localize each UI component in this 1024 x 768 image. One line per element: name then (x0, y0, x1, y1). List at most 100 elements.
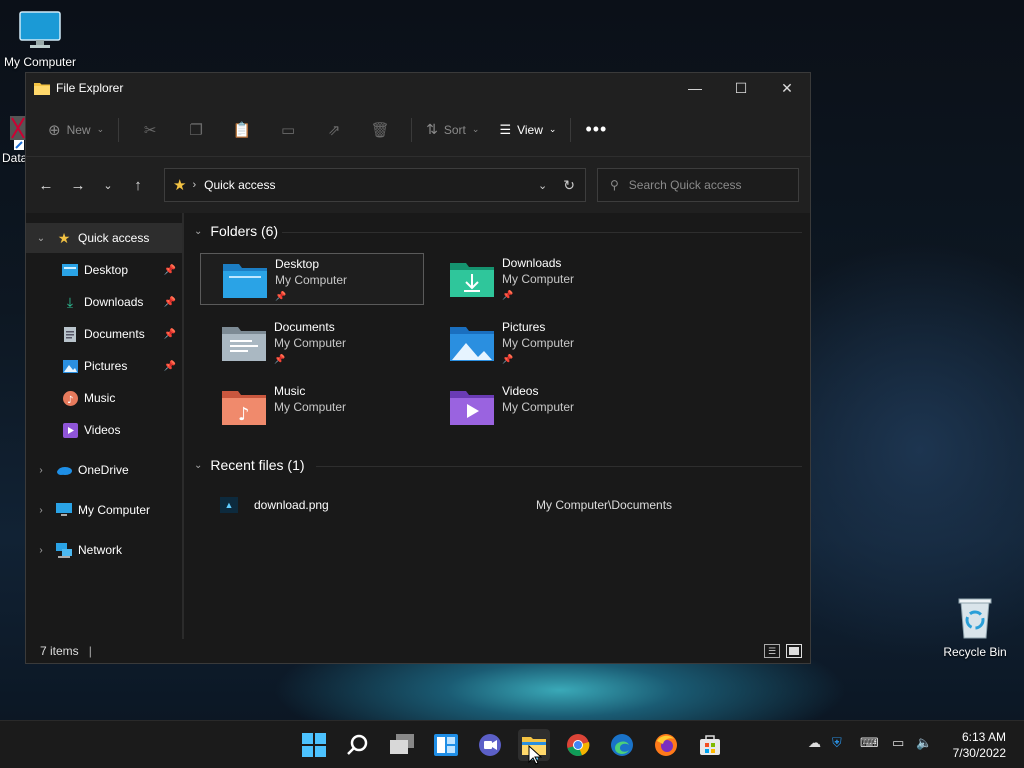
folder-icon (34, 83, 50, 95)
chevron-down-icon: ⌄ (548, 124, 557, 134)
chevron-right-icon[interactable]: › (34, 545, 48, 556)
search-input[interactable] (628, 178, 779, 192)
chevron-down-icon: ⌄ (194, 459, 203, 471)
sort-button[interactable]: ⇅ Sort ⌄ (420, 114, 485, 146)
clock-time: 6:13 AM (961, 730, 1006, 744)
task-view-button[interactable] (386, 729, 418, 761)
security-icon[interactable]: ⛨ (832, 735, 842, 751)
desktop-icon-data[interactable]: Data (2, 112, 26, 165)
sidebar-item-music[interactable]: ♪ Music (26, 383, 182, 413)
clock[interactable]: 6:13 AM 7/30/2022 (953, 729, 1006, 761)
folder-name: Videos (502, 384, 539, 398)
recycle-bin-icon (958, 598, 992, 639)
view-list-icon: ☰ (499, 121, 512, 137)
downloads-folder-icon (450, 263, 494, 297)
firefox-button[interactable] (650, 729, 682, 761)
sidebar-item-downloads[interactable]: ⤓ Downloads 📌 (26, 287, 182, 317)
divider: | (88, 644, 92, 658)
forward-button[interactable]: → (62, 169, 94, 201)
recent-files-section-header[interactable]: ⌄ Recent files (1) (194, 457, 305, 473)
sidebar-item-label: OneDrive (78, 463, 129, 477)
folder-tile-documents[interactable]: Documents My Computer 📌 (200, 317, 424, 369)
pictures-icon (62, 358, 78, 374)
file-explorer-window: File Explorer — ☐ ✕ ⊕ New ⌄ ✂ ❐ 📋 ▭ ⇗ 🗑 … (25, 72, 811, 664)
music-folder-icon: ♪ (222, 391, 266, 425)
volume-icon[interactable]: 🔈 (916, 735, 932, 751)
close-button[interactable]: ✕ (764, 73, 810, 103)
desktop-icon-recycle-bin[interactable]: Recycle Bin (940, 596, 1010, 659)
folder-name: Pictures (502, 320, 546, 334)
view-button[interactable]: ☰ View ⌄ (493, 114, 562, 146)
maximize-button[interactable]: ☐ (718, 73, 764, 103)
widgets-button[interactable] (430, 729, 462, 761)
breadcrumb-chevron-icon: › (192, 179, 197, 191)
more-options-button[interactable]: ••• (579, 114, 613, 146)
section-title: Folders (6) (210, 223, 279, 239)
sidebar-item-network[interactable]: › Network (26, 535, 182, 565)
clipboard-icon: 📋 (232, 121, 252, 139)
minimize-button[interactable]: — (672, 73, 718, 103)
desktop-icon-label: Data (2, 151, 26, 165)
sidebar-item-videos[interactable]: Videos (26, 415, 182, 445)
folder-location: My Computer (502, 336, 575, 350)
recent-locations-button[interactable]: ⌄ (94, 169, 122, 201)
taskbar: ☁ ⛨ ⌨ ▭ 🔈 6:13 AM 7/30/2022 (0, 720, 1024, 768)
onedrive-offline-icon[interactable]: ☁ (808, 735, 821, 751)
chevron-down-icon[interactable]: ⌄ (34, 233, 48, 244)
cut-button[interactable]: ✂ (127, 114, 173, 146)
clock-date: 7/30/2022 (952, 746, 1006, 760)
folder-name: Documents (274, 320, 335, 334)
title-bar[interactable]: File Explorer — ☐ ✕ (26, 73, 810, 103)
network-icon[interactable]: ▭ (892, 735, 904, 751)
delete-button[interactable]: 🗑 (357, 114, 403, 146)
chrome-button[interactable] (562, 729, 594, 761)
chevron-right-icon[interactable]: › (34, 465, 48, 476)
sidebar-item-desktop[interactable]: Desktop 📌 (26, 255, 182, 285)
large-icons-view-icon[interactable] (786, 644, 802, 658)
folder-tile-pictures[interactable]: Pictures My Computer 📌 (428, 317, 652, 369)
details-view-icon[interactable]: ☰ (764, 644, 780, 658)
folder-tile-desktop[interactable]: Desktop My Computer 📌 (200, 253, 424, 305)
svg-text:♪: ♪ (67, 395, 73, 406)
start-button[interactable] (298, 729, 330, 761)
share-button[interactable]: ⇗ (311, 114, 357, 146)
folders-section-header[interactable]: ⌄ Folders (6) (194, 223, 278, 239)
divider (570, 117, 572, 142)
music-icon: ♪ (62, 390, 78, 406)
chat-button[interactable] (474, 729, 506, 761)
keyboard-icon[interactable]: ⌨ (860, 735, 879, 751)
rename-button[interactable]: ▭ (265, 114, 311, 146)
sidebar-item-label: Music (84, 391, 116, 405)
address-bar[interactable]: ★ › Quick access ⌄ ↻ (164, 168, 586, 202)
desktop-icon-my-computer[interactable]: My Computer (2, 10, 78, 69)
refresh-icon[interactable]: ↻ (563, 177, 575, 194)
pin-icon: 📌 (163, 264, 176, 276)
sidebar-item-pictures[interactable]: Pictures 📌 (26, 351, 182, 381)
sidebar-item-documents[interactable]: Documents 📌 (26, 319, 182, 349)
sidebar-item-onedrive[interactable]: › OneDrive (26, 455, 182, 485)
store-button[interactable] (694, 729, 726, 761)
image-file-icon: ▲ (220, 497, 238, 513)
edge-button[interactable] (606, 729, 638, 761)
view-label: View (517, 122, 543, 137)
sidebar-item-quick-access[interactable]: ⌄ ★ Quick access (26, 223, 182, 253)
desktop-folder-icon (62, 262, 78, 278)
new-button[interactable]: ⊕ New ⌄ (42, 114, 110, 146)
sidebar-item-my-computer[interactable]: › My Computer (26, 495, 182, 525)
folder-tile-music[interactable]: ♪ Music My Computer (200, 381, 424, 433)
folder-location: My Computer (274, 400, 347, 414)
list-item[interactable]: ▲ download.png My Computer\Documents (220, 494, 800, 516)
search-button[interactable] (342, 729, 374, 761)
folder-tile-videos[interactable]: Videos My Computer (428, 381, 652, 433)
search-box[interactable]: ⚲ (597, 168, 799, 202)
back-button[interactable]: ← (30, 169, 62, 201)
chevron-down-icon: ⌄ (96, 124, 105, 134)
arrow-left-icon: ← (38, 176, 54, 194)
paste-button[interactable]: 📋 (219, 114, 265, 146)
up-button[interactable]: ↑ (122, 169, 154, 201)
copy-button[interactable]: ❐ (173, 114, 219, 146)
chevron-right-icon[interactable]: › (34, 505, 48, 516)
address-dropdown-icon[interactable]: ⌄ (538, 179, 547, 192)
item-count: 7 items (40, 644, 79, 658)
folder-tile-downloads[interactable]: Downloads My Computer 📌 (428, 253, 652, 305)
